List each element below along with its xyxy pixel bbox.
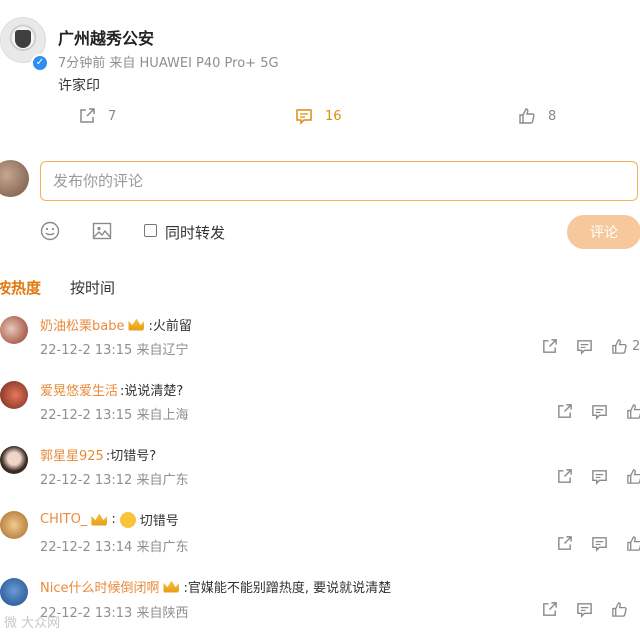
comment-username[interactable]: Nice什么时候倒闭啊 (40, 577, 159, 596)
comment-avatar[interactable] (0, 316, 28, 344)
comment-colon: : (111, 512, 116, 527)
repost-checkbox[interactable] (144, 224, 157, 237)
thumbs-up-icon[interactable] (611, 601, 628, 618)
crown-icon (91, 513, 108, 526)
repost-icon[interactable] (556, 403, 573, 420)
thumbs-up-icon[interactable] (626, 403, 640, 420)
like-button[interactable]: 8 (518, 107, 556, 125)
tab-sort-by-heat[interactable]: 按热度 (0, 277, 41, 298)
comment-meta: 22-12-2 13:12 来自广东 (40, 473, 189, 488)
crown-icon (128, 318, 145, 331)
smile-emoji-icon (119, 511, 136, 528)
comment-button[interactable]: 16 (295, 107, 342, 125)
post-meta: 7分钟前 来自 HUAWEI P40 Pro+ 5G (58, 56, 279, 71)
thumbs-up-icon[interactable] (611, 338, 628, 355)
thumbs-up-icon (519, 108, 535, 124)
thumbs-up-icon[interactable] (626, 468, 640, 485)
verified-badge-icon: ✓ (31, 54, 49, 72)
comment-count: 16 (325, 108, 342, 124)
emoji-icon (40, 221, 60, 241)
comment-icon[interactable] (591, 535, 608, 552)
image-button[interactable] (92, 221, 112, 245)
comment-avatar[interactable] (0, 511, 28, 539)
comment-text-line: Nice什么时候倒闭啊 :官媒能不能别蹭热度, 要说就说清楚 (40, 577, 391, 596)
comment-avatar[interactable] (0, 381, 28, 409)
comment-avatar[interactable] (0, 446, 28, 474)
comment-text: :说说清楚? (120, 384, 184, 399)
like-count: 8 (548, 108, 557, 124)
comment-username[interactable]: 爱晃悠爱生活 (40, 380, 118, 399)
comment-avatar[interactable] (0, 578, 28, 606)
comment-text: :切错号? (105, 449, 157, 464)
comment-meta: 22-12-2 13:15 来自辽宁 (40, 343, 189, 358)
repost-icon[interactable] (556, 535, 573, 552)
police-emblem-icon (15, 30, 31, 48)
crown-icon (163, 580, 180, 593)
author-name[interactable]: 广州越秀公安 (58, 25, 154, 49)
post-body: 许家印 (58, 78, 100, 94)
comment-username[interactable]: 奶油松栗babe (40, 315, 124, 334)
tab-sort-by-time[interactable]: 按时间 (70, 277, 115, 298)
comment-icon[interactable] (591, 468, 608, 485)
repost-icon (80, 108, 95, 123)
comment-text-line: 郭星星925 :切错号? (40, 445, 156, 464)
repost-count: 7 (108, 108, 117, 124)
comment-username[interactable]: 郭星星925 (40, 445, 104, 464)
comment-meta: 22-12-2 13:14 来自广东 (40, 540, 189, 555)
comment-icon[interactable] (576, 338, 593, 355)
submit-comment-button[interactable]: 评论 (567, 215, 640, 249)
repost-button[interactable]: 7 (78, 107, 116, 125)
thumbs-up-icon[interactable] (626, 535, 640, 552)
comment-icon[interactable] (591, 403, 608, 420)
comment-text-line: 奶油松栗babe :火前留 (40, 315, 192, 334)
comment-username[interactable]: CHITO_ (40, 512, 87, 527)
watermark: 微 大众网 (4, 616, 61, 631)
current-user-avatar (0, 160, 29, 197)
emoji-button[interactable] (40, 221, 60, 245)
comment-meta: 22-12-2 13:13 来自陕西 (40, 606, 189, 621)
repost-icon[interactable] (541, 601, 558, 618)
comment-text: 切错号 (139, 514, 179, 529)
comment-meta: 22-12-2 13:15 来自上海 (40, 408, 189, 423)
comment-like-count: 2 (632, 339, 640, 354)
repost-checkbox-label[interactable]: 同时转发 (165, 222, 225, 243)
image-icon (92, 222, 112, 240)
comment-text-line: CHITO_ : 切错号 (40, 510, 179, 529)
repost-icon[interactable] (556, 468, 573, 485)
comment-text: :火前留 (148, 319, 192, 334)
comment-icon[interactable] (576, 601, 593, 618)
comment-text: :官媒能不能别蹭热度, 要说就说清楚 (183, 581, 392, 596)
repost-icon[interactable] (541, 338, 558, 355)
comment-input[interactable] (40, 161, 638, 201)
comment-text-line: 爱晃悠爱生活 :说说清楚? (40, 380, 183, 399)
comment-icon (296, 109, 312, 125)
